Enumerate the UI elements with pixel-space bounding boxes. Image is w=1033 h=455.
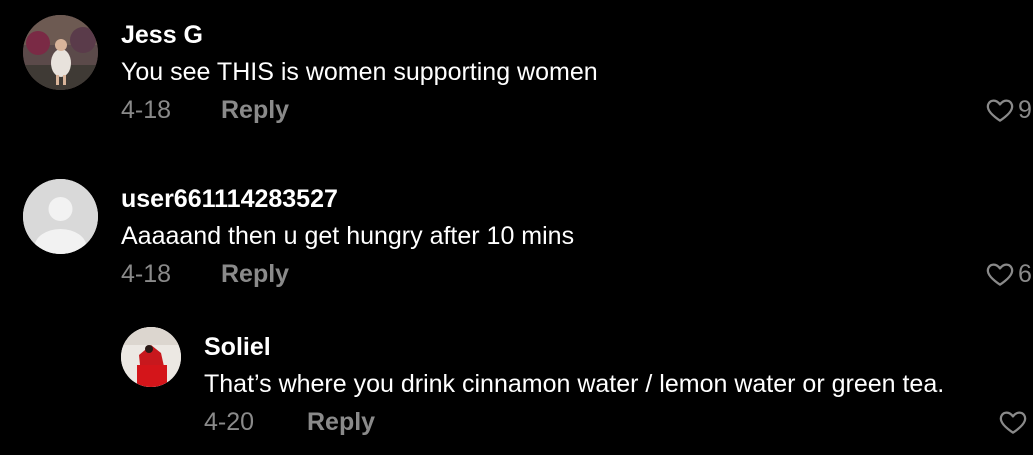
like-button[interactable]: 9 — [985, 95, 1032, 125]
reply-button[interactable]: Reply — [221, 260, 289, 289]
comment-username[interactable]: user661114283527 — [121, 185, 338, 214]
heart-icon — [986, 263, 1014, 286]
comment-text: You see THIS is women supporting women — [121, 58, 598, 86]
like-button[interactable] — [998, 407, 1031, 437]
like-count: 6 — [1018, 259, 1032, 288]
comment-text: Aaaaand then u get hungry after 10 mins — [121, 222, 575, 250]
reply-button[interactable]: Reply — [307, 408, 375, 437]
avatar[interactable] — [23, 15, 98, 90]
comment-date: 4-18 — [121, 260, 172, 288]
comment-text: That’s where you drink cinnamon water / … — [204, 370, 945, 398]
reply-button[interactable]: Reply — [221, 96, 289, 125]
heart-icon — [999, 411, 1027, 434]
comment-date: 4-20 — [204, 408, 255, 436]
like-count: 9 — [1018, 95, 1032, 124]
avatar[interactable] — [121, 327, 181, 387]
heart-icon — [986, 99, 1014, 122]
comment-username[interactable]: Jess G — [121, 21, 203, 50]
comment-date: 4-18 — [121, 96, 172, 124]
comment-username[interactable]: Soliel — [204, 333, 271, 362]
avatar[interactable] — [23, 179, 98, 254]
avatar-photo — [23, 15, 98, 90]
default-avatar-icon — [23, 179, 98, 254]
avatar-photo — [121, 327, 181, 387]
like-button[interactable]: 6 — [985, 259, 1032, 289]
